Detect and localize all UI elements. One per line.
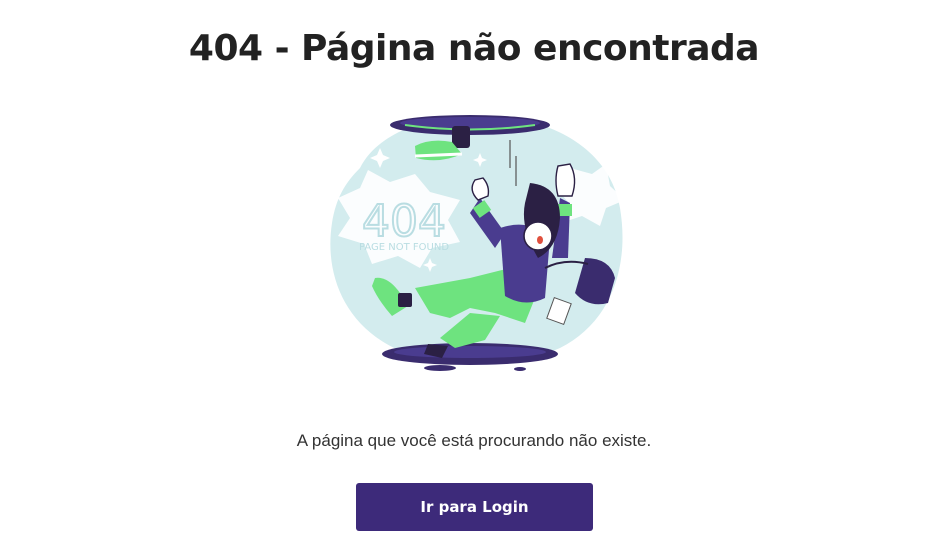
page-title: 404 - Página não encontrada	[188, 28, 760, 69]
go-to-login-button[interactable]: Ir para Login	[356, 483, 593, 531]
not-found-page: 404 - Página não encontrada 404 PAGE NOT…	[0, 0, 948, 552]
not-found-message: A página que você está procurando não ex…	[296, 431, 652, 450]
illustration-page-not-found-text: PAGE NOT FOUND	[359, 242, 449, 253]
illustration-404-text: 404	[362, 196, 446, 247]
person-hand-right	[555, 163, 576, 197]
person-hand-left	[471, 177, 490, 201]
person-head	[523, 221, 553, 251]
falling-person-illustration: 404 PAGE NOT FOUND	[320, 108, 630, 378]
